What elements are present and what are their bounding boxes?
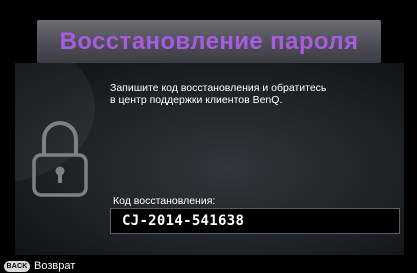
projector-osd-screen: Восстановление пароля Запишите код восст… [0,0,417,273]
dialog-title: Восстановление пароля [59,28,359,55]
recovery-code-label: Код восстановления: [113,195,216,207]
back-key-icon[interactable]: BACK [4,261,30,272]
recovery-panel: Запишите код восстановления и обратитесь… [15,63,404,255]
recovery-code-field: CJ-2014-541638 [110,208,400,234]
recovery-code-value: CJ-2014-541638 [122,213,245,229]
instruction-line-1: Запишите код восстановления и обратитесь [110,82,327,94]
title-bar: Восстановление пароля [37,20,381,63]
instruction-line-2: в центр поддержки клиентов BenQ. [110,94,283,106]
back-label: Возврат [34,260,76,272]
lock-icon [32,121,88,197]
instruction-text: Запишите код восстановления и обратитесь… [110,82,400,106]
